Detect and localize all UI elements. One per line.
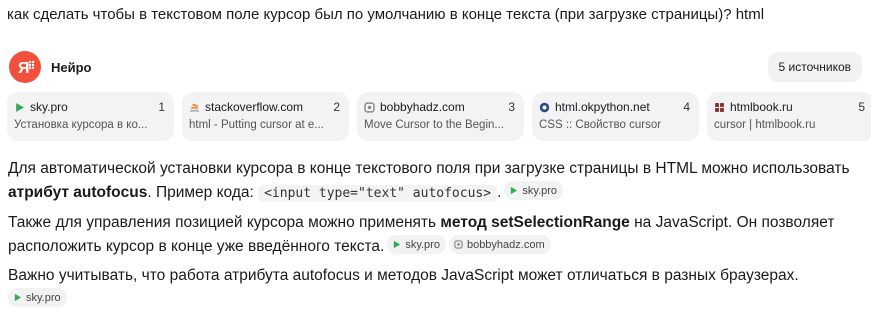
source-description: CSS :: Свойство cursor: [539, 119, 662, 131]
answer-paragraph: Важно учитывать, что работа атрибута aut…: [8, 264, 858, 312]
source-number: 4: [683, 100, 690, 114]
source-card[interactable]: stackoverflow.com 2 html - Putting curso…: [182, 92, 349, 141]
source-number: 3: [508, 100, 515, 114]
source-domain: htmlbook.ru: [730, 100, 793, 114]
sky-pro-icon: [14, 293, 22, 302]
source-domain: bobbyhadz.com: [380, 100, 465, 114]
source-chip[interactable]: sky.pro: [387, 235, 446, 254]
source-card[interactable]: htmlbook.ru 5 cursor | htmlbook.ru: [707, 92, 871, 141]
svg-text:Я: Я: [18, 60, 30, 77]
neuro-logo-icon: Я: [9, 51, 41, 83]
source-number: 2: [333, 100, 340, 114]
sky-pro-icon: [394, 240, 401, 249]
keyword-setselectionrange: метод setSelectionRange: [440, 214, 630, 231]
okpython-icon: [539, 102, 550, 112]
source-domain: sky.pro: [30, 100, 68, 114]
brand-name: Нейро: [51, 59, 92, 75]
answer-text: Для автоматической установки курсора в к…: [8, 157, 858, 314]
brand-row: Я Нейро 5 источников: [9, 51, 862, 83]
sky-pro-icon: [511, 186, 518, 195]
bobbyhadz-icon: [364, 101, 375, 113]
htmlbook-icon: [715, 102, 724, 112]
source-description: cursor | htmlbook.ru: [714, 119, 816, 131]
bobbyhadz-icon: [454, 240, 463, 249]
search-query: как сделать чтобы в текстовом поле курсо…: [7, 6, 765, 23]
source-chip[interactable]: sky.pro: [504, 181, 564, 200]
source-description: Move Cursor to the Begin...: [364, 119, 504, 131]
source-domain: stackoverflow.com: [205, 100, 304, 114]
source-domain: html.okpython.net: [555, 100, 650, 114]
sources-count-button[interactable]: 5 источников: [767, 52, 862, 82]
source-number: 5: [858, 100, 865, 114]
source-chip[interactable]: bobbyhadz.com: [448, 235, 551, 254]
stackoverflow-icon: [190, 103, 199, 112]
keyword-autofocus: атрибут autofocus: [8, 184, 148, 201]
source-description: html - Putting cursor at e...: [189, 119, 324, 131]
code-snippet: <input type="text" autofocus>: [258, 185, 498, 202]
answer-paragraph: Также для управления позицией курсора мо…: [8, 214, 835, 255]
source-card[interactable]: html.okpython.net 4 CSS :: Свойство curs…: [532, 92, 699, 141]
sky-pro-icon: [16, 102, 24, 112]
source-card[interactable]: sky.pro 1 Установка курсора в ко...: [7, 92, 174, 141]
source-chip[interactable]: sky.pro: [8, 288, 67, 307]
answer-paragraph: Для автоматической установки курсора в к…: [8, 160, 850, 202]
source-card[interactable]: bobbyhadz.com 3 Move Cursor to the Begin…: [357, 92, 524, 141]
source-number: 1: [158, 100, 165, 114]
sources-list: sky.pro 1 Установка курсора в ко... stac…: [7, 92, 871, 141]
source-description: Установка курсора в ко...: [14, 119, 148, 131]
